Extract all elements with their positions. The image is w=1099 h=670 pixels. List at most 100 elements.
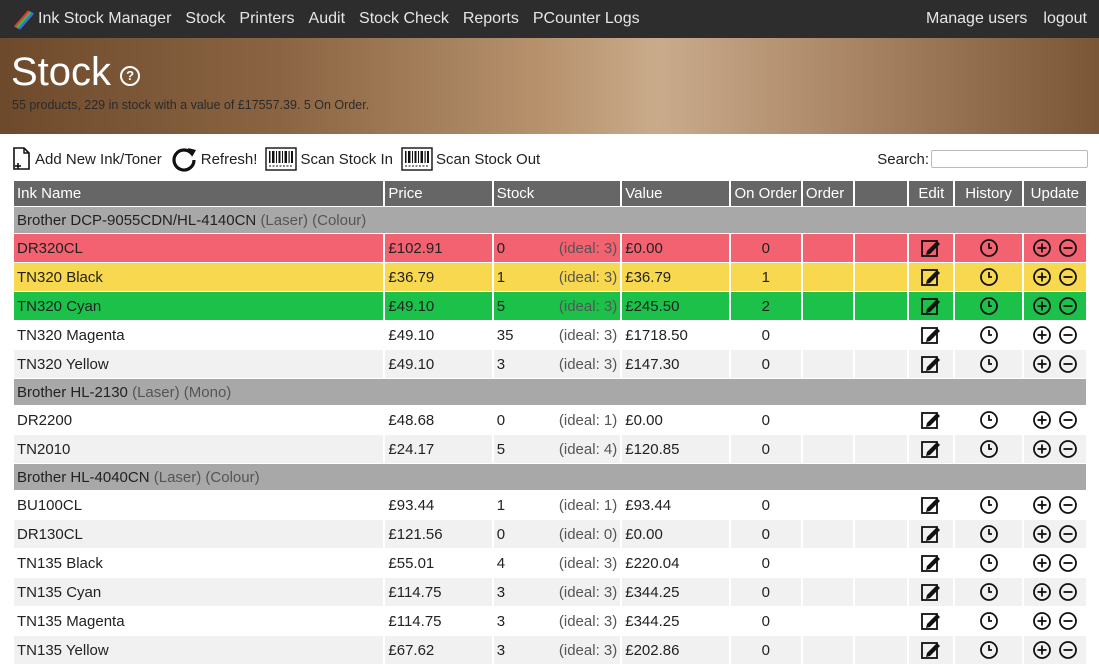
nav-item-printers[interactable]: Printers [239, 10, 294, 28]
order-cell[interactable] [802, 578, 854, 606]
plus-circle-icon[interactable] [1032, 524, 1052, 544]
minus-circle-icon[interactable] [1058, 354, 1078, 374]
order-cell[interactable] [802, 350, 854, 378]
edit-button[interactable] [909, 491, 954, 519]
edit-button[interactable] [909, 578, 954, 606]
plus-circle-icon[interactable] [1032, 296, 1052, 316]
nav-item-stock[interactable]: Stock [185, 10, 225, 28]
edit-button[interactable] [909, 549, 954, 577]
minus-circle-icon[interactable] [1058, 296, 1078, 316]
plus-circle-icon[interactable] [1032, 439, 1052, 459]
clock-icon [979, 326, 998, 344]
plus-circle-icon[interactable] [1032, 325, 1052, 345]
clock-icon [979, 641, 998, 659]
search-input[interactable] [931, 150, 1088, 168]
edit-button[interactable] [909, 520, 954, 548]
minus-circle-icon[interactable] [1058, 582, 1078, 602]
order-cell[interactable] [802, 520, 854, 548]
order-cell[interactable] [802, 636, 854, 664]
edit-button[interactable] [909, 292, 954, 320]
edit-icon [921, 441, 941, 458]
price-cell: £114.75 [385, 578, 492, 606]
value-cell: £120.85 [622, 435, 729, 463]
history-button[interactable] [955, 406, 1022, 434]
edit-button[interactable] [909, 636, 954, 664]
plus-circle-icon[interactable] [1032, 495, 1052, 515]
table-row: TN320 Yellow £49.10 3 (ideal: 3) £147.30 0 [14, 350, 1086, 378]
scan-stock-in-button[interactable]: Scan Stock In [265, 147, 393, 171]
plus-circle-icon[interactable] [1032, 553, 1052, 573]
history-button[interactable] [955, 321, 1022, 349]
edit-button[interactable] [909, 350, 954, 378]
order-cell[interactable] [802, 549, 854, 577]
edit-button[interactable] [909, 406, 954, 434]
order-cell[interactable] [802, 435, 854, 463]
nav-item-reports[interactable]: Reports [463, 10, 519, 28]
ideal-stock: (ideal: 3) [558, 612, 618, 630]
refresh-button[interactable]: Refresh! [170, 145, 257, 173]
order-cell[interactable] [802, 292, 854, 320]
nav-item-stock-check[interactable]: Stock Check [359, 10, 449, 28]
order-cell[interactable] [802, 406, 854, 434]
history-button[interactable] [955, 350, 1022, 378]
nav-item-pcounter-logs[interactable]: PCounter Logs [533, 10, 640, 28]
nav-item-manage-users[interactable]: Manage users [926, 10, 1027, 28]
brand[interactable]: Ink Stock Manager [12, 8, 171, 30]
plus-circle-icon[interactable] [1032, 238, 1052, 258]
help-icon[interactable]: ? [120, 65, 141, 86]
stock-count: 3 [496, 583, 506, 601]
update-cell [1023, 292, 1086, 320]
minus-circle-icon[interactable] [1058, 495, 1078, 515]
ideal-stock: (ideal: 3) [558, 268, 618, 286]
edit-button[interactable] [909, 234, 954, 262]
history-button[interactable] [955, 263, 1022, 291]
clock-icon [979, 268, 998, 286]
history-button[interactable] [955, 234, 1022, 262]
edit-button[interactable] [909, 321, 954, 349]
plus-circle-icon[interactable] [1032, 611, 1052, 631]
history-button[interactable] [955, 292, 1022, 320]
plus-circle-icon[interactable] [1032, 582, 1052, 602]
history-button[interactable] [955, 578, 1022, 606]
history-button[interactable] [955, 636, 1022, 664]
minus-circle-icon[interactable] [1058, 267, 1078, 287]
stock-cell-content: 1 (ideal: 3) [497, 269, 620, 286]
minus-circle-icon[interactable] [1058, 325, 1078, 345]
minus-circle-icon[interactable] [1058, 524, 1078, 544]
history-button[interactable] [955, 549, 1022, 577]
history-button[interactable] [955, 491, 1022, 519]
order-cell[interactable] [802, 607, 854, 635]
column-header-order: Order [802, 181, 854, 206]
edit-icon [921, 497, 941, 514]
history-button[interactable] [955, 435, 1022, 463]
order-cell[interactable] [802, 263, 854, 291]
printer-colour: (Colour) [205, 468, 260, 486]
minus-circle-icon[interactable] [1058, 410, 1078, 430]
edit-icon [921, 412, 941, 429]
plus-circle-icon[interactable] [1032, 354, 1052, 374]
minus-circle-icon[interactable] [1058, 611, 1078, 631]
edit-button[interactable] [909, 263, 954, 291]
ink-name-cell: TN320 Cyan [14, 292, 384, 320]
nav-item-logout[interactable]: logout [1043, 10, 1087, 28]
history-button[interactable] [955, 607, 1022, 635]
order-cell[interactable] [802, 321, 854, 349]
minus-circle-icon[interactable] [1058, 238, 1078, 258]
plus-circle-icon[interactable] [1032, 267, 1052, 287]
scan-stock-out-button[interactable]: Scan Stock Out [401, 147, 540, 171]
add-ink-button[interactable]: Add New Ink/Toner [12, 146, 162, 172]
minus-circle-icon[interactable] [1058, 640, 1078, 660]
edit-button[interactable] [909, 607, 954, 635]
printer-group-label: Brother DCP-9055CDN/HL-4140CN (Laser) (C… [14, 207, 1086, 233]
plus-circle-icon[interactable] [1032, 410, 1052, 430]
edit-button[interactable] [909, 435, 954, 463]
minus-circle-icon[interactable] [1058, 439, 1078, 459]
order-cell[interactable] [802, 234, 854, 262]
history-button[interactable] [955, 520, 1022, 548]
plus-circle-icon[interactable] [1032, 640, 1052, 660]
stock-cell: 1 (ideal: 3) [493, 263, 621, 291]
minus-circle-icon[interactable] [1058, 553, 1078, 573]
stock-count: 3 [496, 641, 506, 659]
order-cell[interactable] [802, 491, 854, 519]
nav-item-audit[interactable]: Audit [309, 10, 345, 28]
